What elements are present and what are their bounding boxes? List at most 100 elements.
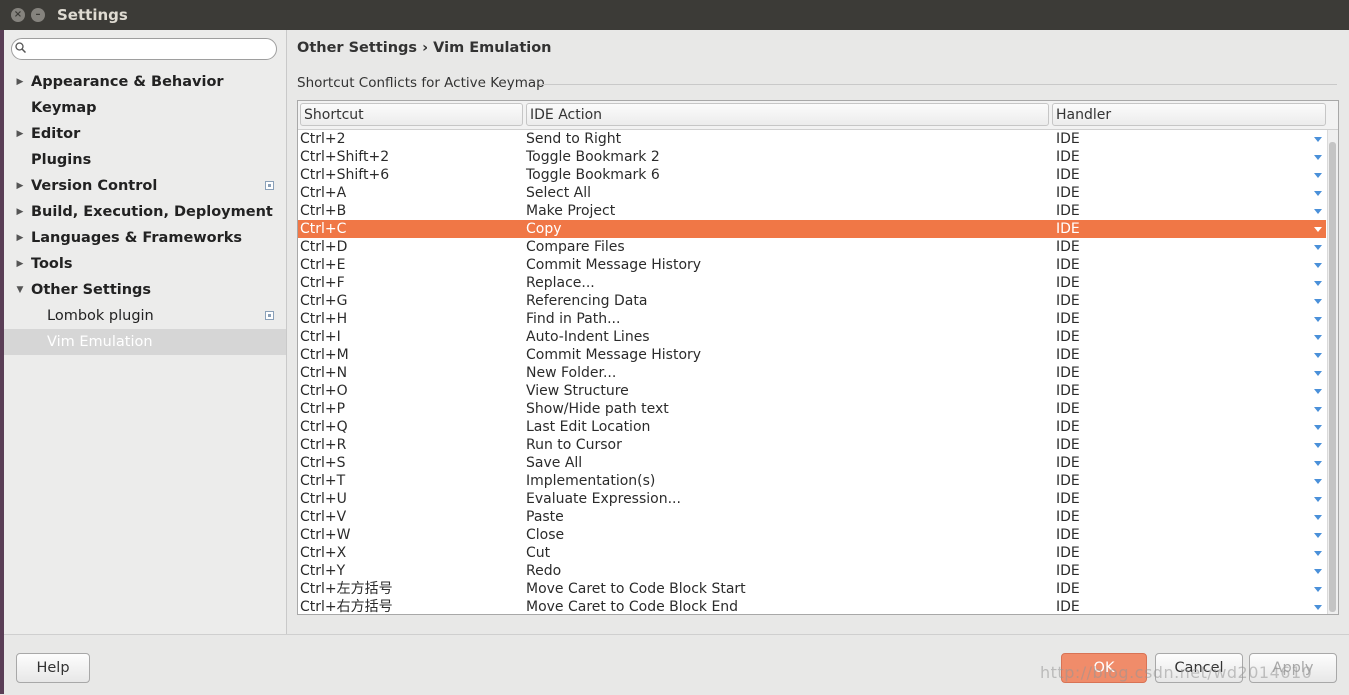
sidebar-item-other-settings[interactable]: ▼ Other Settings <box>4 277 286 303</box>
scrollbar-thumb[interactable] <box>1329 142 1336 612</box>
handler-cell[interactable]: IDE <box>1056 400 1080 418</box>
sidebar-item-tools[interactable]: ▶ Tools <box>4 251 286 277</box>
sidebar-item-version-control[interactable]: ▶ Version Control <box>4 173 286 199</box>
dropdown-arrow-icon[interactable] <box>1314 155 1322 160</box>
table-row[interactable]: Ctrl+N New Folder... IDE <box>298 364 1326 382</box>
handler-cell[interactable]: IDE <box>1056 130 1080 148</box>
dropdown-arrow-icon[interactable] <box>1314 605 1322 610</box>
handler-cell[interactable]: IDE <box>1056 562 1080 580</box>
table-row[interactable]: Ctrl+F Replace... IDE <box>298 274 1326 292</box>
table-row[interactable]: Ctrl+C Copy IDE <box>298 220 1326 238</box>
handler-cell[interactable]: IDE <box>1056 184 1080 202</box>
table-row[interactable]: Ctrl+R Run to Cursor IDE <box>298 436 1326 454</box>
table-row[interactable]: Ctrl+E Commit Message History IDE <box>298 256 1326 274</box>
dropdown-arrow-icon[interactable] <box>1314 389 1322 394</box>
handler-cell[interactable]: IDE <box>1056 202 1080 220</box>
table-row[interactable]: Ctrl+左方括号 Move Caret to Code Block Start I… <box>298 580 1326 598</box>
table-row[interactable]: Ctrl+W Close IDE <box>298 526 1326 544</box>
handler-cell[interactable]: IDE <box>1056 310 1080 328</box>
handler-cell[interactable]: IDE <box>1056 508 1080 526</box>
sidebar-item-vim-emulation[interactable]: Vim Emulation <box>4 329 286 355</box>
table-row[interactable]: Ctrl+I Auto-Indent Lines IDE <box>298 328 1326 346</box>
handler-cell[interactable]: IDE <box>1056 598 1080 614</box>
table-row[interactable]: Ctrl+D Compare Files IDE <box>298 238 1326 256</box>
handler-cell[interactable]: IDE <box>1056 436 1080 454</box>
handler-cell[interactable]: IDE <box>1056 418 1080 436</box>
dropdown-arrow-icon[interactable] <box>1314 587 1322 592</box>
handler-cell[interactable]: IDE <box>1056 526 1080 544</box>
dropdown-arrow-icon[interactable] <box>1314 497 1322 502</box>
dropdown-arrow-icon[interactable] <box>1314 353 1322 358</box>
dropdown-arrow-icon[interactable] <box>1314 227 1322 232</box>
dropdown-arrow-icon[interactable] <box>1314 461 1322 466</box>
handler-cell[interactable]: IDE <box>1056 490 1080 508</box>
table-row[interactable]: Ctrl+O View Structure IDE <box>298 382 1326 400</box>
dropdown-arrow-icon[interactable] <box>1314 407 1322 412</box>
column-header-handler[interactable]: Handler <box>1052 103 1326 126</box>
dropdown-arrow-icon[interactable] <box>1314 263 1322 268</box>
dropdown-arrow-icon[interactable] <box>1314 173 1322 178</box>
sidebar-item-lombok-plugin[interactable]: Lombok plugin <box>4 303 286 329</box>
expand-arrow-icon[interactable]: ▶ <box>15 225 25 251</box>
table-row[interactable]: Ctrl+T Implementation(s) IDE <box>298 472 1326 490</box>
table-scrollbar[interactable] <box>1327 130 1338 614</box>
minimize-icon[interactable]: – <box>31 8 45 22</box>
sidebar-item-plugins[interactable]: Plugins <box>4 147 286 173</box>
dropdown-arrow-icon[interactable] <box>1314 137 1322 142</box>
sidebar-item-build-execution-deployment[interactable]: ▶ Build, Execution, Deployment <box>4 199 286 225</box>
column-header-shortcut[interactable]: Shortcut <box>300 103 523 126</box>
handler-cell[interactable]: IDE <box>1056 238 1080 256</box>
table-row[interactable]: Ctrl+2 Send to Right IDE <box>298 130 1326 148</box>
handler-cell[interactable]: IDE <box>1056 256 1080 274</box>
handler-cell[interactable]: IDE <box>1056 274 1080 292</box>
table-row[interactable]: Ctrl+A Select All IDE <box>298 184 1326 202</box>
dropdown-arrow-icon[interactable] <box>1314 533 1322 538</box>
dropdown-arrow-icon[interactable] <box>1314 569 1322 574</box>
handler-cell[interactable]: IDE <box>1056 580 1080 598</box>
handler-cell[interactable]: IDE <box>1056 364 1080 382</box>
dropdown-arrow-icon[interactable] <box>1314 191 1322 196</box>
dropdown-arrow-icon[interactable] <box>1314 299 1322 304</box>
handler-cell[interactable]: IDE <box>1056 346 1080 364</box>
dropdown-arrow-icon[interactable] <box>1314 479 1322 484</box>
handler-cell[interactable]: IDE <box>1056 544 1080 562</box>
table-row[interactable]: Ctrl+P Show/Hide path text IDE <box>298 400 1326 418</box>
dropdown-arrow-icon[interactable] <box>1314 551 1322 556</box>
sidebar-item-editor[interactable]: ▶ Editor <box>4 121 286 147</box>
help-button[interactable]: Help <box>16 653 90 683</box>
handler-cell[interactable]: IDE <box>1056 454 1080 472</box>
table-row[interactable]: Ctrl+G Referencing Data IDE <box>298 292 1326 310</box>
table-row[interactable]: Ctrl+M Commit Message History IDE <box>298 346 1326 364</box>
handler-cell[interactable]: IDE <box>1056 382 1080 400</box>
handler-cell[interactable]: IDE <box>1056 292 1080 310</box>
dropdown-arrow-icon[interactable] <box>1314 245 1322 250</box>
handler-cell[interactable]: IDE <box>1056 328 1080 346</box>
sidebar-item-appearance-behavior[interactable]: ▶ Appearance & Behavior <box>4 69 286 95</box>
expand-arrow-icon[interactable]: ▶ <box>15 251 25 277</box>
column-header-ide-action[interactable]: IDE Action <box>526 103 1049 126</box>
sidebar-item-keymap[interactable]: Keymap <box>4 95 286 121</box>
table-row[interactable]: Ctrl+Shift+6 Toggle Bookmark 6 IDE <box>298 166 1326 184</box>
close-icon[interactable]: × <box>11 8 25 22</box>
dropdown-arrow-icon[interactable] <box>1314 515 1322 520</box>
handler-cell[interactable]: IDE <box>1056 472 1080 490</box>
collapse-arrow-icon[interactable]: ▼ <box>15 277 25 303</box>
dropdown-arrow-icon[interactable] <box>1314 443 1322 448</box>
table-row[interactable]: Ctrl+H Find in Path... IDE <box>298 310 1326 328</box>
table-row[interactable]: Ctrl+Y Redo IDE <box>298 562 1326 580</box>
table-row[interactable]: Ctrl+右方括号 Move Caret to Code Block End IDE <box>298 598 1326 614</box>
dropdown-arrow-icon[interactable] <box>1314 209 1322 214</box>
dropdown-arrow-icon[interactable] <box>1314 317 1322 322</box>
dropdown-arrow-icon[interactable] <box>1314 335 1322 340</box>
table-row[interactable]: Ctrl+V Paste IDE <box>298 508 1326 526</box>
expand-arrow-icon[interactable]: ▶ <box>15 121 25 147</box>
table-row[interactable]: Ctrl+X Cut IDE <box>298 544 1326 562</box>
dropdown-arrow-icon[interactable] <box>1314 371 1322 376</box>
dropdown-arrow-icon[interactable] <box>1314 425 1322 430</box>
expand-arrow-icon[interactable]: ▶ <box>15 69 25 95</box>
handler-cell[interactable]: IDE <box>1056 166 1080 184</box>
table-row[interactable]: Ctrl+Q Last Edit Location IDE <box>298 418 1326 436</box>
expand-arrow-icon[interactable]: ▶ <box>15 199 25 225</box>
handler-cell[interactable]: IDE <box>1056 220 1080 238</box>
dropdown-arrow-icon[interactable] <box>1314 281 1322 286</box>
